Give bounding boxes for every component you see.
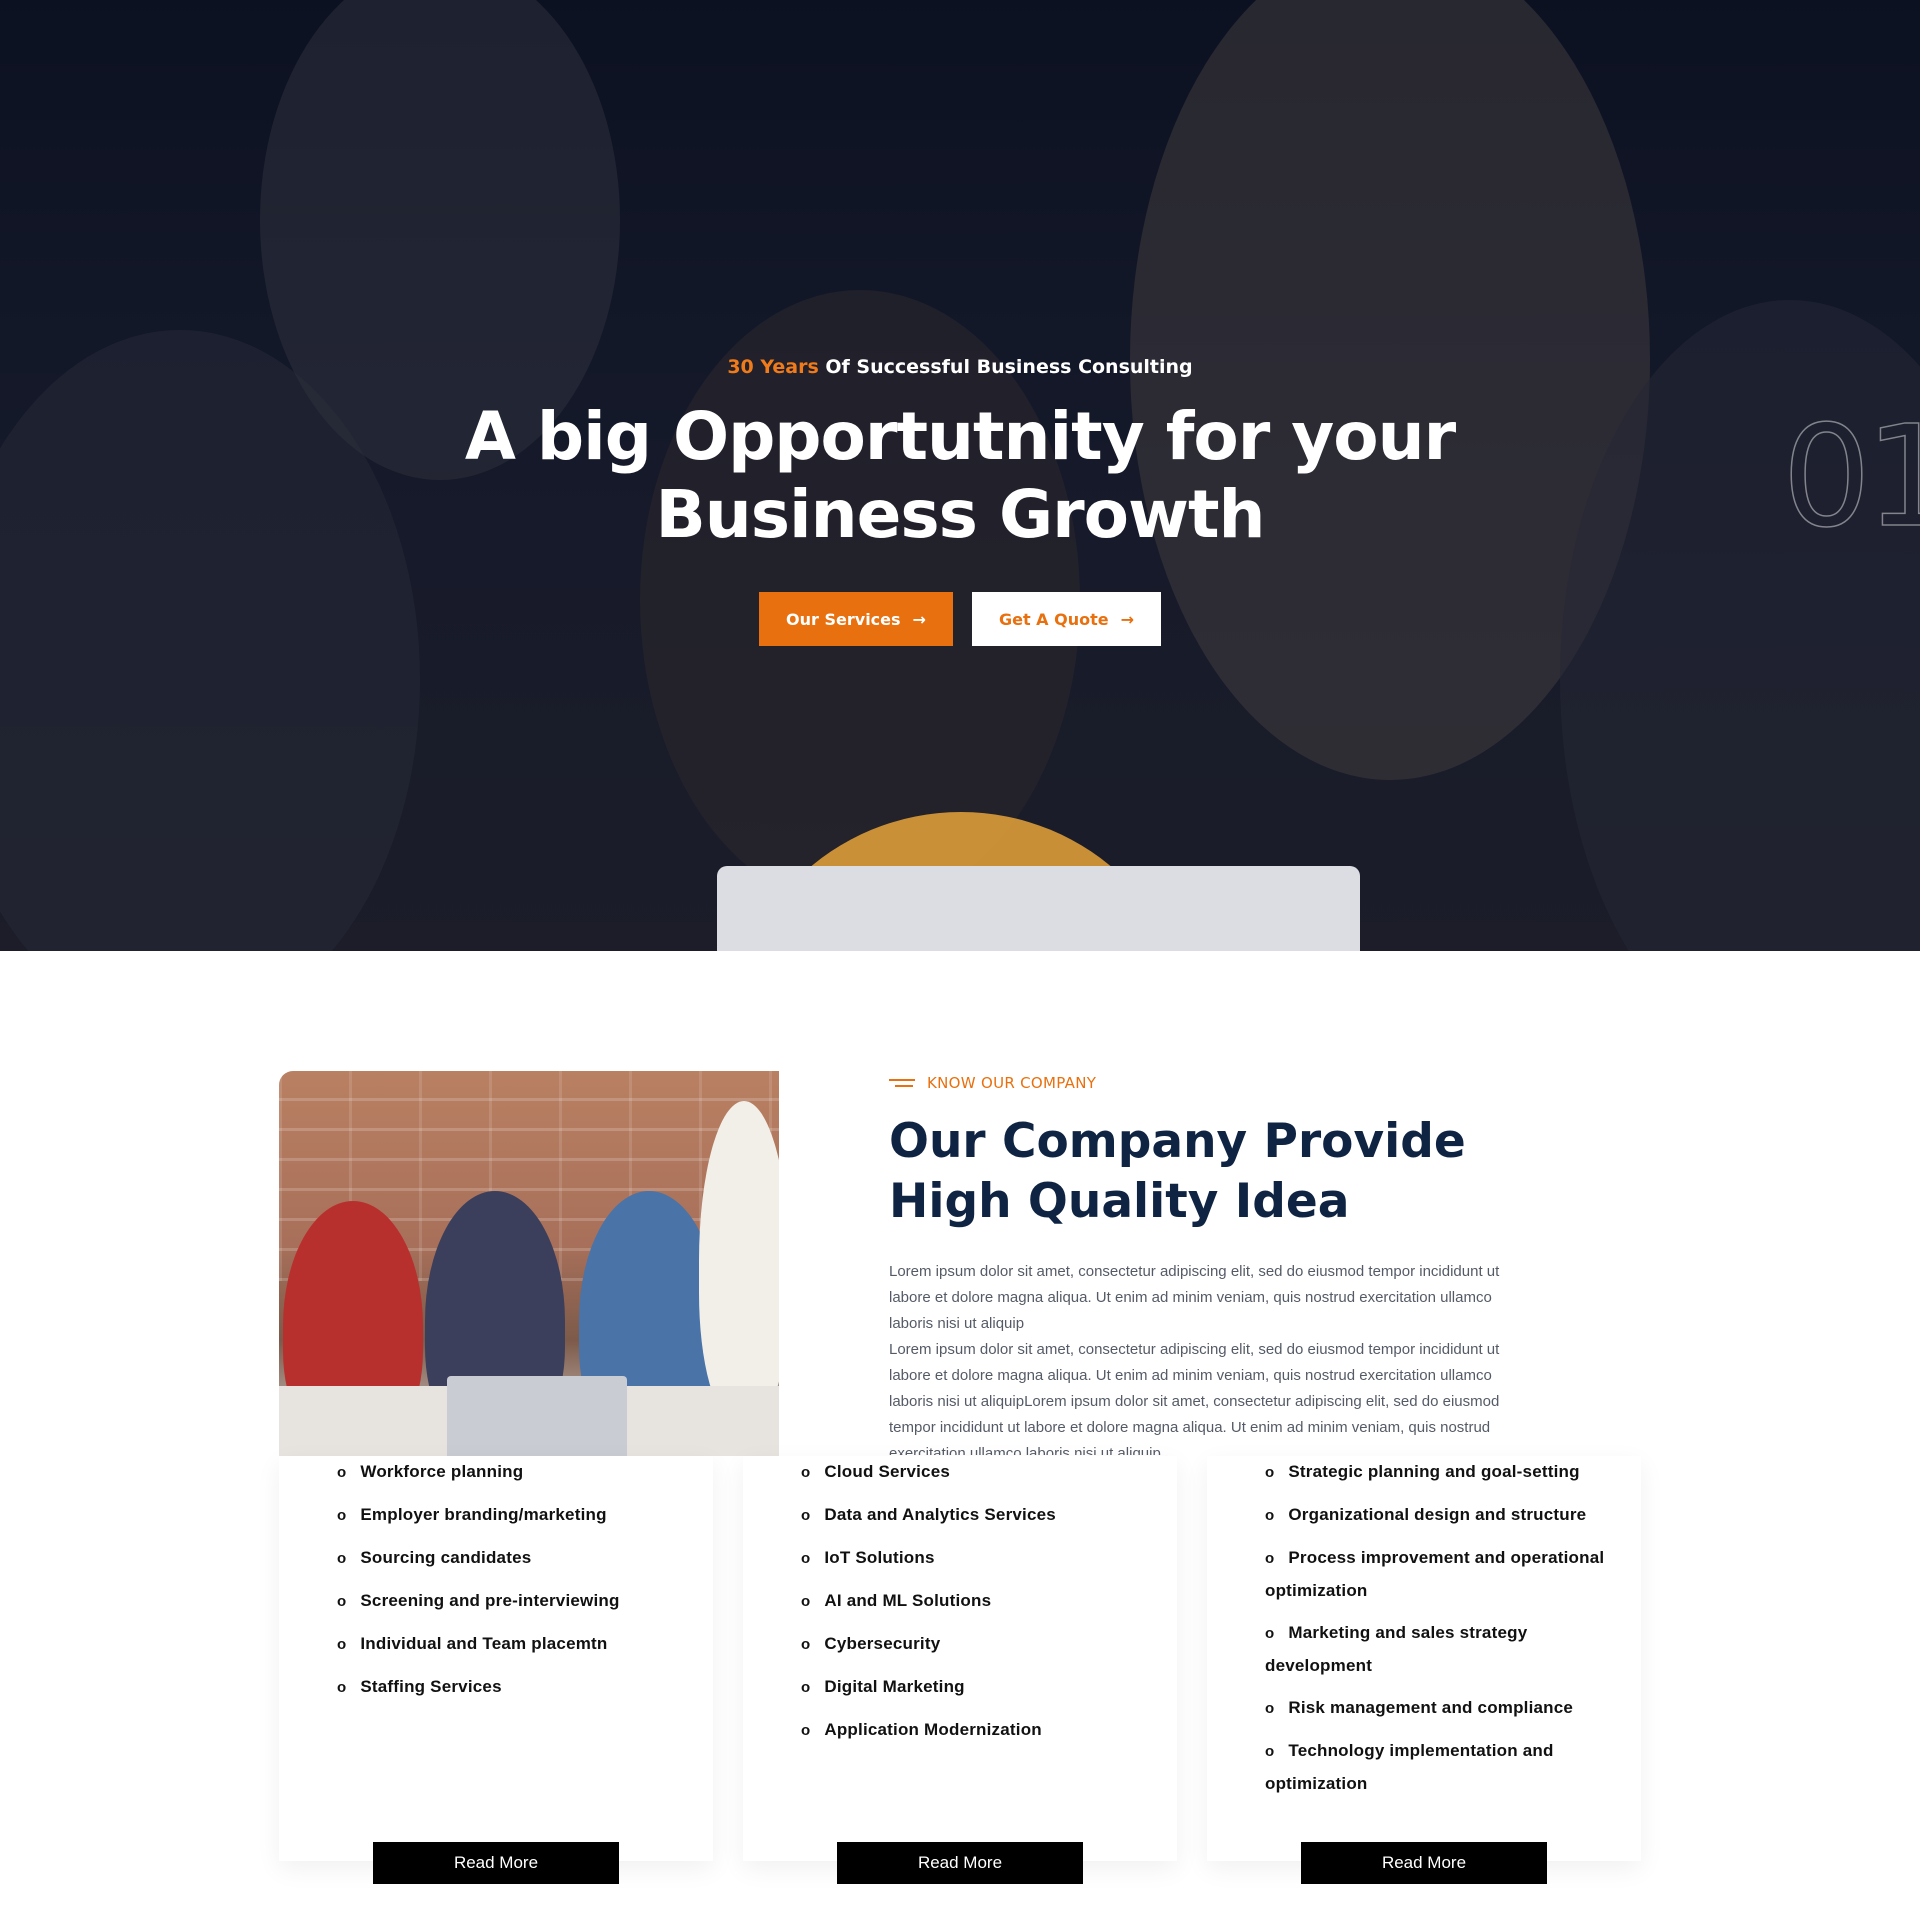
service-list-item: o Organizational design and structure [1265,1499,1625,1532]
service-list-item: o Screening and pre-interviewing [337,1585,697,1618]
service-list: o Workforce planning o Employer branding/m… [337,1456,697,1714]
read-more-button[interactable]: Read More [373,1842,619,1884]
photo-laptop [447,1376,627,1456]
service-list: o Strategic planning and goal-setting o Or… [1265,1456,1625,1810]
bullet-icon: o [1265,1625,1275,1642]
bullet-icon: o [801,1636,811,1653]
bullet-icon: o [801,1679,811,1696]
service-list-item: o Workforce planning [337,1456,697,1489]
bullet-icon: o [1265,1550,1275,1567]
service-card-consulting: o Strategic planning and goal-setting o Or… [1207,1456,1641,1884]
service-list-item: o Sourcing candidates [337,1542,697,1575]
about-team-photo [279,1071,779,1456]
service-list-item: o Cybersecurity [801,1628,1161,1661]
service-list-item: o Cloud Services [801,1456,1161,1489]
bullet-icon: o [1265,1464,1275,1481]
service-list-item: o Technology implementation and optimizat… [1265,1735,1625,1800]
about-paragraph-1: Lorem ipsum dolor sit amet, consectetur … [889,1263,1500,1332]
service-list-item: o Digital Marketing [801,1671,1161,1704]
bullet-icon: o [337,1464,347,1481]
service-list-item: o Staffing Services [337,1671,697,1704]
bullet-icon: o [801,1722,811,1739]
hero-title-line2: Business Growth [655,476,1265,553]
our-services-label: Our Services [786,609,901,629]
service-card-it: o Cloud Services o Data and Analytics Serv… [743,1456,1177,1884]
about-eyebrow: KNOW OUR COMPANY [889,1074,1096,1092]
service-list-item: o Strategic planning and goal-setting [1265,1456,1625,1489]
hero-subtitle-accent: 30 Years [727,356,819,378]
bullet-icon: o [1265,1507,1275,1524]
bullet-icon: o [337,1679,347,1696]
about-title-line1: Our Company Provide [889,1114,1466,1169]
bullet-icon: o [337,1593,347,1610]
bullet-icon: o [337,1636,347,1653]
bullet-icon: o [337,1507,347,1524]
bullet-icon: o [337,1550,347,1567]
about-title: Our Company Provide High Quality Idea [889,1112,1509,1232]
hero-laptop-shape [717,866,1360,951]
get-a-quote-label: Get A Quote [998,609,1109,629]
get-a-quote-button[interactable]: Get A Quote → [972,592,1161,646]
service-list: o Cloud Services o Data and Analytics Serv… [801,1456,1161,1757]
bullet-icon: o [801,1464,811,1481]
bullet-icon: o [1265,1700,1275,1717]
slide-number: 01 [1781,396,1920,559]
hero-section: 30 Years Of Successful Business Consulti… [0,0,1920,951]
service-list-item: o AI and ML Solutions [801,1585,1161,1618]
service-list-item: o Data and Analytics Services [801,1499,1161,1532]
double-line-icon [889,1078,915,1088]
about-title-line2: High Quality Idea [889,1174,1350,1229]
our-services-button[interactable]: Our Services → [759,592,953,646]
hero-subtitle: 30 Years Of Successful Business Consulti… [0,356,1920,378]
service-list-item: o Individual and Team placemtn [337,1628,697,1661]
service-list-item: o Application Modernization [801,1714,1161,1747]
hero-title: A big Opportutnity for your Business Gro… [460,398,1460,554]
about-description: Lorem ipsum dolor sit amet, consectetur … [889,1259,1529,1455]
read-more-button[interactable]: Read More [1301,1842,1547,1884]
service-card-hr: o Workforce planning o Employer branding/m… [279,1456,713,1884]
read-more-button[interactable]: Read More [837,1842,1083,1884]
about-eyebrow-text: KNOW OUR COMPANY [927,1074,1097,1092]
service-list-item: o Marketing and sales strategy developmen… [1265,1617,1625,1682]
bullet-icon: o [801,1507,811,1524]
arrow-right-icon: → [912,609,926,629]
service-list-item: o IoT Solutions [801,1542,1161,1575]
photo-person [699,1101,779,1421]
bullet-icon: o [801,1593,811,1610]
bullet-icon: o [1265,1743,1275,1760]
service-list-item: o Employer branding/marketing [337,1499,697,1532]
service-list-item: o Risk management and compliance [1265,1692,1625,1725]
service-list-item: o Process improvement and operational opt… [1265,1542,1625,1607]
hero-subtitle-text: Of Successful Business Consulting [818,356,1193,378]
arrow-right-icon: → [1120,609,1135,629]
about-paragraph-2: Lorem ipsum dolor sit amet, consectetur … [889,1341,1500,1455]
hero-title-line1: A big Opportutnity for your [464,398,1456,475]
bullet-icon: o [801,1550,811,1567]
